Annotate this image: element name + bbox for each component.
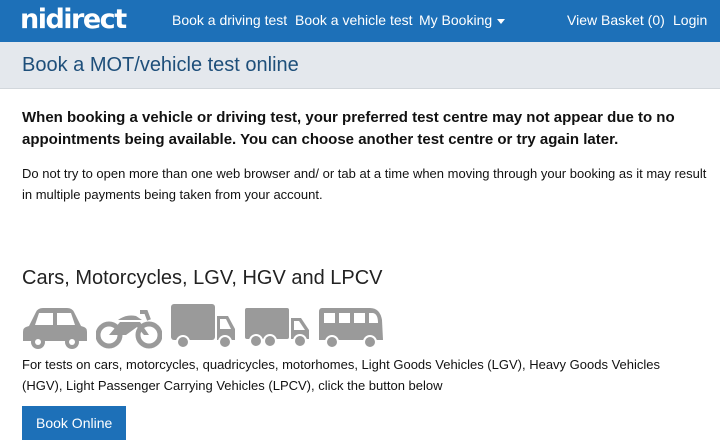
lorry-icon [245, 308, 309, 348]
nidirect-logo[interactable]: nidirect [20, 4, 127, 36]
nav-book-vehicle-test[interactable]: Book a vehicle test [295, 12, 413, 28]
page-title: Book a MOT/vehicle test online [22, 54, 299, 76]
main-content: When booking a vehicle or driving test, … [0, 107, 720, 440]
vehicle-icons [22, 302, 698, 350]
van-icon [171, 304, 235, 349]
minibus-icon [319, 308, 383, 349]
nav-book-driving-test[interactable]: Book a driving test [172, 12, 287, 28]
availability-alert: When booking a vehicle or driving test, … [22, 109, 675, 148]
section-description: For tests on cars, motorcycles, quadricy… [22, 357, 660, 393]
chevron-down-icon [497, 18, 506, 24]
page-title-bar: Book a MOT/vehicle test online [0, 42, 720, 89]
top-navigation: nidirect Book a driving test Book a vehi… [0, 0, 720, 42]
book-online-button[interactable]: Book Online [22, 406, 127, 440]
view-basket-link[interactable]: View Basket (0) [567, 12, 665, 28]
nav-my-booking-label: My Booking [419, 12, 493, 28]
section-heading: Cars, Motorcycles, LGV, HGV and LPCV [22, 267, 383, 289]
car-icon [23, 308, 87, 349]
nav-my-booking[interactable]: My Booking [419, 12, 506, 28]
login-link[interactable]: Login [673, 12, 707, 28]
multiple-tabs-warning: Do not try to open more than one web bro… [22, 166, 707, 202]
motorcycle-icon [96, 310, 162, 349]
